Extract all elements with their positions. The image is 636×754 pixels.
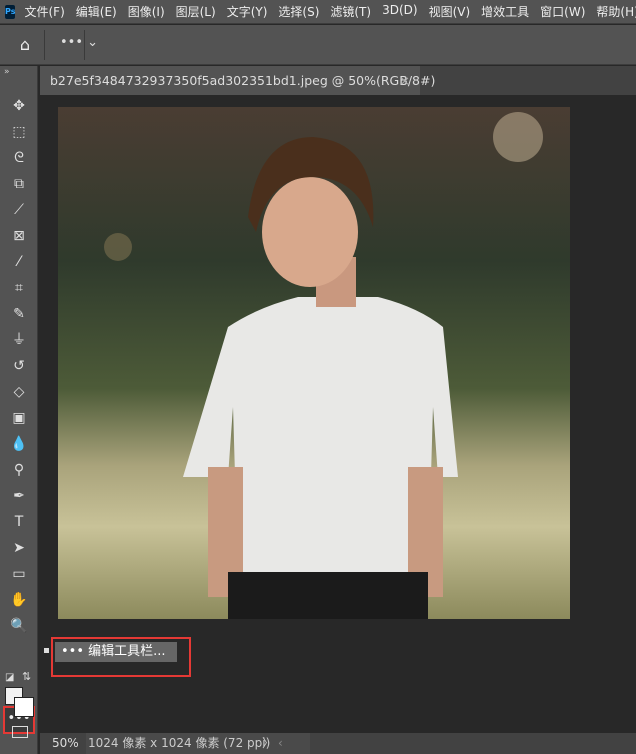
info-menu-arrow[interactable]: 〉 xyxy=(262,733,274,754)
edit-toolbar-menu-item[interactable]: ••• 编辑工具栏... xyxy=(55,642,177,662)
options-bar: ⌂ ••• ⌄ xyxy=(0,25,636,65)
hand-tool[interactable]: ✋ xyxy=(8,589,30,611)
menu-item[interactable]: 增效工具 xyxy=(481,3,529,20)
history-brush-tool[interactable]: ↺ xyxy=(8,355,30,377)
menu-item[interactable]: 文件(F) xyxy=(24,3,64,20)
background-color-swatch[interactable] xyxy=(14,697,34,717)
zoom-level[interactable]: 50% xyxy=(52,733,79,754)
menu-item[interactable]: 编辑(E) xyxy=(76,3,117,20)
path-selection-tool[interactable]: ➤ xyxy=(8,537,30,559)
slice-tool[interactable]: ⟋ xyxy=(8,199,30,221)
swap-colors-icon[interactable]: ⇅ xyxy=(22,670,31,683)
menu-item[interactable]: 图像(I) xyxy=(128,3,165,20)
divider xyxy=(44,30,45,60)
menu-item[interactable]: 滤镜(T) xyxy=(330,3,371,20)
object-selection-tool[interactable]: ⧉ xyxy=(8,173,30,195)
collapse-icon[interactable]: » xyxy=(4,67,10,77)
menu-item[interactable]: 文字(Y) xyxy=(227,3,268,20)
frame-tool[interactable]: ⊠ xyxy=(8,225,30,247)
close-icon[interactable]: × xyxy=(400,66,410,95)
edit-toolbar-popup: ••• 编辑工具栏... xyxy=(51,637,191,677)
marquee-tool[interactable]: ⬚ xyxy=(8,121,30,143)
document-tab-bar: b27e5f3484732937350f5ad302351bd1.jpeg @ … xyxy=(40,66,636,95)
stamp-tool[interactable]: ⏚ xyxy=(8,329,30,351)
home-icon[interactable]: ⌂ xyxy=(15,35,35,55)
dodge-tool[interactable]: ⚲ xyxy=(8,459,30,481)
document-tab[interactable]: b27e5f3484732937350f5ad302351bd1.jpeg @ … xyxy=(40,66,435,95)
move-tool[interactable]: ✥ xyxy=(8,95,30,117)
menu-item[interactable]: 帮助(H) xyxy=(596,3,636,20)
type-tool[interactable]: T xyxy=(8,511,30,533)
bullet-icon xyxy=(44,648,49,653)
brush-tool[interactable]: ✎ xyxy=(8,303,30,325)
healing-tool[interactable]: ⌗ xyxy=(8,277,30,299)
more-options-button[interactable]: ••• ⌄ xyxy=(60,35,98,50)
toolbar: » ✥ ⬚ ᘓ ⧉ ⟋ ⊠ ⁄ ⌗ ✎ ⏚ ↺ ◇ ▣ 💧 ⚲ ✒ T ➤ ▭ ✋ 🔍 ••• ◪ ⇅ xyxy=(0,66,38,754)
eraser-tool[interactable]: ◇ xyxy=(8,381,30,403)
photo-boy xyxy=(104,112,543,619)
default-colors-icon[interactable]: ◪ xyxy=(5,672,14,683)
photoshop-logo: Ps xyxy=(5,4,16,19)
menu-bar: Ps 文件(F) 编辑(E) 图像(I) 图层(L) 文字(Y) 选择(S) 滤镜(T) 3D… xyxy=(0,0,636,24)
pen-tool[interactable]: ✒ xyxy=(8,485,30,507)
menu-item[interactable]: 3D(D) xyxy=(382,3,417,20)
document-info[interactable]: 1024 像素 x 1024 像素 (72 ppi) xyxy=(86,733,310,754)
divider xyxy=(84,30,85,60)
eyedropper-tool[interactable]: ⁄ xyxy=(8,251,30,273)
quick-mask-icon[interactable] xyxy=(12,726,28,738)
rectangle-tool[interactable]: ▭ xyxy=(8,563,30,585)
menu-item[interactable]: 窗口(W) xyxy=(540,3,585,20)
menu-item[interactable]: 图层(L) xyxy=(176,3,216,20)
lasso-tool[interactable]: ᘓ xyxy=(8,147,30,169)
menu-item[interactable]: 选择(S) xyxy=(278,3,319,20)
zoom-tool[interactable]: 🔍 xyxy=(8,615,30,637)
document-title: b27e5f3484732937350f5ad302351bd1.jpeg @ … xyxy=(50,73,436,88)
status-bar: 50% 1024 像素 x 1024 像素 (72 ppi) 〉 ‹ xyxy=(40,733,636,754)
blur-tool[interactable]: 💧 xyxy=(8,433,30,455)
menu-item[interactable]: 视图(V) xyxy=(429,3,471,20)
scroll-left-icon[interactable]: ‹ xyxy=(278,733,283,754)
canvas-image[interactable] xyxy=(58,107,570,619)
gradient-tool[interactable]: ▣ xyxy=(8,407,30,429)
